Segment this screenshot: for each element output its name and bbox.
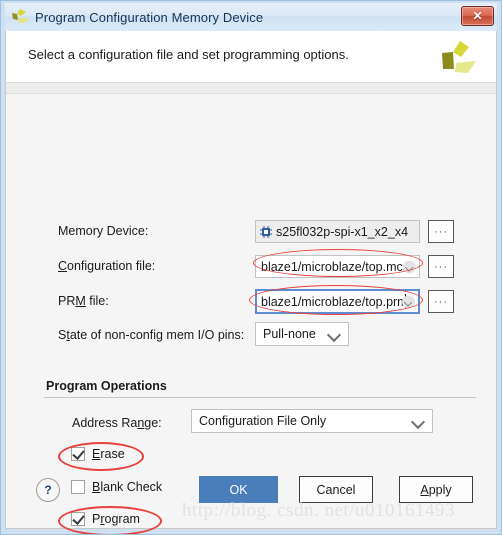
ok-button[interactable]: OK [199,476,278,503]
memory-device-browse-button[interactable]: ··· [428,220,454,243]
memory-device-text: s25fl032p-spi-x1_x2_x4 [276,224,409,239]
configuration-file-input[interactable]: blaze1/microblaze/top.mcs [255,255,420,278]
window-title: Program Configuration Memory Device [35,9,264,25]
prm-file-input[interactable]: blaze1/microblaze/top.prm [255,289,420,314]
question-mark-icon: ? [44,483,52,497]
dialog-body: Select a configuration file and set prog… [5,31,497,534]
close-button[interactable]: ✕ [461,6,494,26]
non-config-pins-label: State of non-config mem I/O pins: [58,328,244,342]
apply-post: pply [428,482,452,497]
ellipsis-icon: ··· [434,260,448,273]
checkbox-erase-box[interactable] [71,447,85,461]
configuration-file-value: blaze1/microblaze/top.mcs [261,259,409,274]
watermark-text: http://blog. csdn. net/u010161493 [182,500,455,521]
chevron-down-icon[interactable] [403,260,416,273]
header-band: Select a configuration file and set prog… [6,31,496,83]
checkbox-erase[interactable]: Erase [71,447,125,461]
help-button[interactable]: ? [36,478,60,502]
memory-device-value: s25fl032p-spi-x1_x2_x4 [255,220,420,243]
title-bar[interactable]: Program Configuration Memory Device ✕ [5,3,497,31]
ellipsis-icon: ··· [434,225,448,238]
non-config-pins-select[interactable]: Pull-none [255,322,349,346]
header-separator [6,83,496,94]
prm-file-label: PRM file: [58,294,109,308]
non-config-pins-label-rest: ate of non-config mem I/O pins: [69,328,245,342]
ok-button-label: OK [229,482,248,497]
prm-file-browse-button[interactable]: ··· [428,290,454,313]
xilinx-pinwheel-logo [436,39,480,81]
close-icon: ✕ [472,9,483,23]
non-config-pins-value: Pull-none [263,327,316,341]
address-range-label-rest: ge: [144,416,162,430]
instruction-text: Select a configuration file and set prog… [28,47,349,62]
chevron-down-icon [410,414,426,430]
cancel-button[interactable]: Cancel [299,476,373,503]
address-range-label: Address Range: [72,416,162,430]
prm-file-label-pre: PR [58,294,76,308]
memory-chip-icon [260,225,272,238]
checkbox-erase-label: Erase [92,447,125,461]
ellipsis-icon: ··· [434,295,448,308]
apply-button[interactable]: Apply [399,476,473,503]
apply-mnemonic: A [420,482,429,497]
prm-file-label-mnemonic: M [75,294,86,308]
footer: ? OK Cancel Apply http://blog. csdn. net… [6,466,496,528]
cancel-button-label: Cancel [316,482,356,497]
group-divider [44,397,476,398]
configuration-file-browse-button[interactable]: ··· [428,255,454,278]
address-range-select[interactable]: Configuration File Only [191,409,433,433]
dialog-window: Program Configuration Memory Device ✕ Se… [0,0,502,535]
apply-button-label: Apply [420,483,451,497]
memory-device-label: Memory Device: [58,224,149,238]
prm-file-value: blaze1/microblaze/top.prm [261,294,408,309]
address-range-label-pre: Address Ra [72,416,138,430]
configuration-file-label-mnemonic: C [58,259,68,273]
address-range-value: Configuration File Only [199,414,327,428]
xilinx-pinwheel-icon [9,7,31,27]
chevron-down-icon[interactable] [402,295,415,308]
chevron-down-icon [326,327,342,343]
configuration-file-label-rest: onfiguration file: [67,259,156,273]
configuration-file-label: Configuration file: [58,259,155,273]
prm-file-label-rest: file: [85,294,109,308]
erase-post: rase [100,447,125,461]
program-operations-title: Program Operations [46,379,167,393]
